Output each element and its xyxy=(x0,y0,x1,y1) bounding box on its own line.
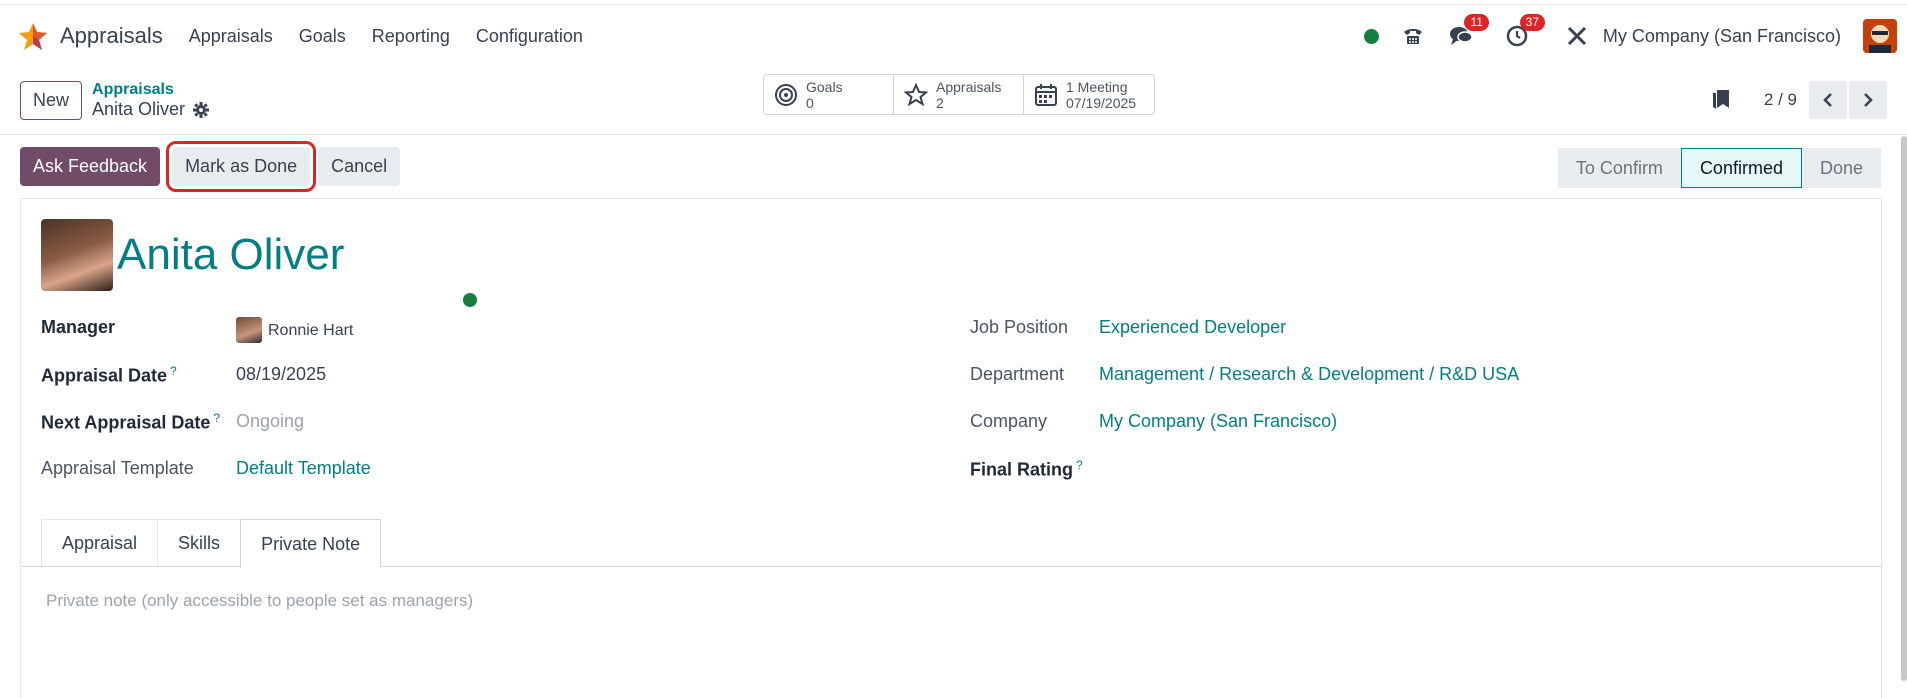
phone-icon[interactable] xyxy=(1399,22,1427,50)
employee-name[interactable]: Anita Oliver xyxy=(117,230,344,280)
breadcrumb-current-label: Anita Oliver xyxy=(92,99,186,119)
menu-appraisals[interactable]: Appraisals xyxy=(189,26,273,47)
control-panel: New Appraisals Anita Oliver Goals 0 Appra… xyxy=(0,67,1907,135)
department-field[interactable]: Management / Research & Development / R&… xyxy=(1099,364,1519,385)
appraisal-template-row: Appraisal Template Default Template xyxy=(41,458,941,505)
action-bar: Ask Feedback Mark as Done Cancel To Conf… xyxy=(0,135,1907,197)
job-position-row: Job Position Experienced Developer xyxy=(970,317,1870,364)
next-appraisal-date-row: Next Appraisal Date? Ongoing xyxy=(41,411,941,458)
employee-presence-icon xyxy=(463,293,477,307)
chat-icon[interactable]: 11 xyxy=(1447,14,1489,50)
job-position-label: Job Position xyxy=(970,317,1069,337)
goals-value: 0 xyxy=(806,94,814,111)
company-label: Company xyxy=(970,411,1048,431)
title-row: Anita Oliver xyxy=(21,199,1881,291)
company-row: Company My Company (San Francisco) xyxy=(970,411,1870,458)
pager-value[interactable]: 2 / 9 xyxy=(1764,90,1797,110)
next-appraisal-date-field[interactable]: Ongoing xyxy=(236,411,304,432)
user-avatar[interactable] xyxy=(1863,19,1897,53)
company-switcher[interactable]: My Company (San Francisco) xyxy=(1603,26,1841,47)
activity-count-badge: 37 xyxy=(1519,14,1545,31)
company-field[interactable]: My Company (San Francisco) xyxy=(1099,411,1337,432)
manager-avatar xyxy=(236,317,262,343)
appraisal-date-label: Appraisal Date xyxy=(41,365,168,386)
appraisal-star-icon xyxy=(19,23,47,50)
status-to-confirm[interactable]: To Confirm xyxy=(1558,148,1681,188)
manager-value: Ronnie Hart xyxy=(268,321,354,339)
tab-private-note[interactable]: Private Note xyxy=(240,519,382,568)
appraisals-smart-button[interactable]: Appraisals 2 xyxy=(894,75,1024,114)
help-icon: ? xyxy=(1076,458,1083,472)
appraisals-value: 2 xyxy=(936,94,944,111)
pager-next-button[interactable] xyxy=(1849,81,1887,119)
menu-configuration[interactable]: Configuration xyxy=(476,26,583,47)
breadcrumb-parent[interactable]: Appraisals xyxy=(92,81,209,99)
main-menu: Appraisals Goals Reporting Configuration xyxy=(189,26,583,47)
job-position-field[interactable]: Experienced Developer xyxy=(1099,317,1286,338)
appraisal-template-label: Appraisal Template xyxy=(41,458,194,478)
appraisal-date-field[interactable]: 08/19/2025 xyxy=(236,364,326,385)
notebook-tabs: Appraisal Skills Private Note xyxy=(21,519,1881,568)
appraisal-date-row: Appraisal Date? 08/19/2025 xyxy=(41,364,941,411)
pager: 2 / 9 xyxy=(1712,81,1887,119)
final-rating-row: Final Rating? xyxy=(970,458,1870,505)
manager-label: Manager xyxy=(41,317,116,337)
tab-skills[interactable]: Skills xyxy=(157,519,242,566)
goals-smart-button[interactable]: Goals 0 xyxy=(764,75,894,114)
target-icon xyxy=(775,83,797,106)
gear-icon[interactable] xyxy=(193,101,210,118)
smart-buttons: Goals 0 Appraisals 2 1 Meeting 07/19/2025 xyxy=(763,74,1155,115)
meeting-value: 07/19/2025 xyxy=(1066,94,1137,111)
next-appraisal-date-label: Next Appraisal Date xyxy=(41,412,211,433)
scrollbar[interactable] xyxy=(1901,136,1907,681)
status-done[interactable]: Done xyxy=(1802,148,1881,188)
form-sheet: Anita Oliver Manager Ronnie Hart Apprais… xyxy=(20,198,1882,698)
app-brand[interactable]: Appraisals xyxy=(18,21,163,51)
menu-goals[interactable]: Goals xyxy=(299,26,346,47)
new-button[interactable]: New xyxy=(20,81,83,120)
appraisals-title: Appraisals xyxy=(936,78,1002,95)
meeting-smart-button[interactable]: 1 Meeting 07/19/2025 xyxy=(1024,75,1154,114)
left-column: Manager Ronnie Hart Appraisal Date? 08/1… xyxy=(41,317,941,505)
ask-feedback-button[interactable]: Ask Feedback xyxy=(20,146,161,186)
top-navbar: Appraisals Appraisals Goals Reporting Co… xyxy=(0,5,1907,67)
manager-row: Manager Ronnie Hart xyxy=(41,317,941,364)
activity-clock-icon[interactable]: 37 xyxy=(1503,14,1545,50)
manager-field[interactable]: Ronnie Hart xyxy=(236,317,353,343)
presence-status-icon[interactable] xyxy=(1363,28,1379,44)
status-confirmed[interactable]: Confirmed xyxy=(1680,148,1802,188)
calendar-icon xyxy=(1035,83,1057,106)
chevron-right-icon xyxy=(1864,93,1873,107)
chevron-left-icon xyxy=(1823,93,1832,107)
app-name: Appraisals xyxy=(60,23,163,48)
status-bar: To Confirm Confirmed Done xyxy=(1557,148,1881,188)
meeting-title: 1 Meeting xyxy=(1066,78,1128,95)
right-column: Job Position Experienced Developer Depar… xyxy=(970,317,1870,505)
systray: 11 37 My Company (San Francisco) xyxy=(1363,5,1907,67)
cancel-button[interactable]: Cancel xyxy=(318,146,401,186)
pager-previous-button[interactable] xyxy=(1809,81,1847,119)
help-icon: ? xyxy=(170,364,177,378)
private-note-input[interactable]: Private note (only accessible to people … xyxy=(46,591,473,611)
final-rating-label: Final Rating xyxy=(970,459,1073,480)
chat-count-badge: 11 xyxy=(1464,14,1489,31)
help-icon: ? xyxy=(213,411,221,425)
employee-photo[interactable] xyxy=(41,219,113,291)
breadcrumb-current: Anita Oliver xyxy=(92,99,210,120)
appraisal-template-field[interactable]: Default Template xyxy=(236,458,371,479)
department-row: Department Management / Research & Devel… xyxy=(970,364,1870,411)
breadcrumb: Appraisals Anita Oliver xyxy=(92,81,210,120)
tab-appraisal[interactable]: Appraisal xyxy=(41,519,159,566)
bookmark-icon[interactable] xyxy=(1712,89,1730,111)
department-label: Department xyxy=(970,364,1065,384)
mark-as-done-button[interactable]: Mark as Done xyxy=(166,140,317,192)
goals-title: Goals xyxy=(806,78,843,95)
tools-icon[interactable] xyxy=(1563,22,1591,50)
star-icon xyxy=(904,82,928,106)
menu-reporting[interactable]: Reporting xyxy=(372,26,450,47)
